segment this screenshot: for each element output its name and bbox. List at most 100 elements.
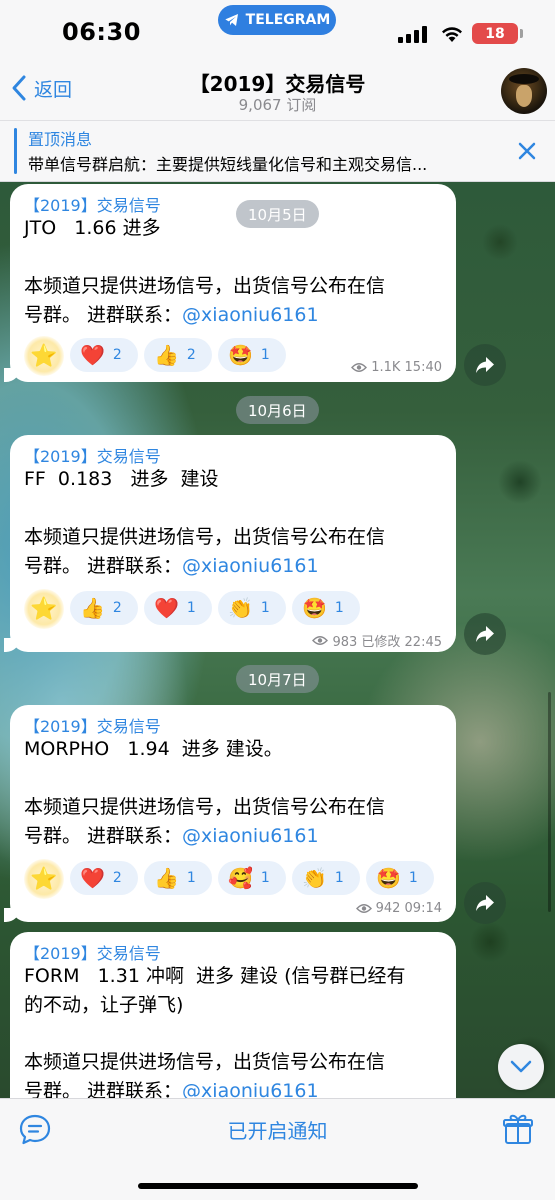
reaction-chip[interactable]: 🤩 1 <box>292 591 360 625</box>
pinned-message[interactable]: 置顶消息 带单信号群启航：主要提供短线量化信号和主观交易信... <box>0 120 555 182</box>
pinned-label: 置顶消息 <box>28 130 93 149</box>
scroll-down-button[interactable] <box>498 1044 544 1090</box>
message-views-time: 942 09:14 <box>375 901 442 916</box>
chat-header: 返回 【2019】交易信号 9,067 订阅 <box>0 62 555 120</box>
reaction-count: 1 <box>408 870 418 886</box>
gift-icon[interactable] <box>503 1113 533 1145</box>
message-sender[interactable]: 【2019】交易信号 <box>24 940 161 964</box>
channel-title[interactable]: 【2019】交易信号 <box>0 68 555 97</box>
message-line: FORM 1.31 冲啊 进多 建设 (信号群已经有 的不动，让子弹飞) <box>24 965 406 1016</box>
contact-link[interactable]: @xiaoniu6161 <box>182 1080 319 1098</box>
message-bubble[interactable]: 【2019】交易信号 FF 0.183 进多 建设 本频道只提供进场信号，出货信… <box>4 435 456 652</box>
close-icon[interactable] <box>517 141 537 161</box>
notifications-toggle[interactable]: 已开启通知 <box>0 1115 555 1144</box>
reaction-chip[interactable]: 🤩 1 <box>218 338 286 372</box>
message-sender[interactable]: 【2019】交易信号 <box>24 192 161 216</box>
wifi-icon <box>442 27 462 42</box>
reactions-row: ⭐ 👍 2 ❤️ 1 👏 1 🤩 1 <box>24 589 360 629</box>
date-separator: 10月5日 <box>236 200 319 228</box>
bottom-bar: 已开启通知 <box>0 1098 555 1200</box>
eye-icon <box>355 904 372 913</box>
channel-avatar[interactable] <box>501 68 547 114</box>
heart-emoji: ❤️ <box>80 343 105 367</box>
eye-icon <box>312 636 329 645</box>
bubble-tail <box>4 908 20 922</box>
reaction-count: 2 <box>112 347 122 363</box>
telegram-pill-label: TELEGRAM <box>245 12 331 28</box>
reaction-chip[interactable]: 👍 2 <box>70 591 138 625</box>
contact-link[interactable]: @xiaoniu6161 <box>182 555 319 577</box>
subscriber-count: 9,067 订阅 <box>238 96 317 114</box>
star-struck-emoji: 🤩 <box>228 343 253 367</box>
date-separator: 10月6日 <box>236 396 319 424</box>
thumbs-up-emoji: 👍 <box>80 596 105 620</box>
message-meta: 983 已修改 22:45 <box>312 631 442 650</box>
reaction-count: 1 <box>186 870 196 886</box>
contact-link[interactable]: @xiaoniu6161 <box>182 304 319 326</box>
star-struck-emoji: 🤩 <box>376 866 401 890</box>
chat-area[interactable]: 【2019】交易信号 JTO 1.66 进多 本频道只提供进场信号，出货信号公布… <box>0 182 555 1098</box>
reaction-count: 1 <box>334 870 344 886</box>
share-button[interactable] <box>464 882 506 924</box>
reaction-chip[interactable]: ❤️ 2 <box>70 338 138 372</box>
pinned-accent-bar <box>14 128 17 174</box>
telegram-pill[interactable]: TELEGRAM <box>218 5 336 35</box>
reaction-chip[interactable]: ❤️ 2 <box>70 861 138 895</box>
share-arrow-icon <box>476 626 494 642</box>
status-time: 06:30 <box>62 18 141 46</box>
reaction-count: 2 <box>112 870 122 886</box>
clapping-emoji: 👏 <box>228 596 253 620</box>
scroll-indicator <box>548 692 551 912</box>
reaction-count: 1 <box>334 600 344 616</box>
message-sender[interactable]: 【2019】交易信号 <box>24 713 161 737</box>
heart-emoji: ❤️ <box>80 866 105 890</box>
reaction-chip[interactable]: 👏 1 <box>218 591 286 625</box>
message-views-time: 983 已修改 22:45 <box>332 635 442 650</box>
message-body: 本频道只提供进场信号，出货信号公布在信 号群。 进群联系：@xiaoniu616… <box>24 1048 385 1098</box>
telegram-icon <box>225 14 238 26</box>
share-button[interactable] <box>464 613 506 655</box>
share-arrow-icon <box>476 357 494 373</box>
reaction-count: 2 <box>112 600 122 616</box>
thumbs-up-emoji: 👍 <box>154 343 179 367</box>
cellular-signal-icon <box>398 26 427 43</box>
date-separator: 10月7日 <box>236 665 319 693</box>
reaction-count: 2 <box>186 347 196 363</box>
message-line: MORPHO 1.94 进多 建设。 <box>24 738 283 760</box>
message-views-time: 1.1K 15:40 <box>371 360 442 375</box>
battery-indicator: 18 <box>472 23 523 44</box>
eye-icon <box>351 363 368 372</box>
message-meta: 942 09:14 <box>355 901 442 916</box>
reaction-count: 1 <box>186 600 196 616</box>
reaction-chip[interactable]: 👏 1 <box>292 861 360 895</box>
heart-emoji: ❤️ <box>154 596 179 620</box>
bubble-tail <box>4 368 20 382</box>
reaction-chip[interactable]: ❤️ 1 <box>144 591 212 625</box>
reactions-row: ⭐ ❤️ 2 👍 2 🤩 1 <box>24 336 286 376</box>
reactions-row: ⭐ ❤️ 2 👍 1 🥰 1 👏 1 🤩 1 <box>24 859 434 899</box>
star-reaction[interactable]: ⭐ <box>24 589 64 629</box>
star-reaction[interactable]: ⭐ <box>24 859 64 899</box>
smiling-hearts-emoji: 🥰 <box>228 866 253 890</box>
reaction-count: 1 <box>260 600 270 616</box>
message-line: FF 0.183 进多 建设 <box>24 468 219 490</box>
message-bubble[interactable]: 【2019】交易信号 JTO 1.66 进多 本频道只提供进场信号，出货信号公布… <box>4 184 456 382</box>
reaction-chip[interactable]: 🤩 1 <box>366 861 434 895</box>
reaction-chip[interactable]: 🥰 1 <box>218 861 286 895</box>
contact-link[interactable]: @xiaoniu6161 <box>182 825 319 847</box>
message-line: JTO 1.66 进多 <box>24 217 161 239</box>
message-bubble[interactable]: 【2019】交易信号 FORM 1.31 冲啊 进多 建设 (信号群已经有 的不… <box>10 932 456 1098</box>
share-button[interactable] <box>464 344 506 386</box>
bubble-tail <box>4 638 20 652</box>
message-sender[interactable]: 【2019】交易信号 <box>24 443 161 467</box>
star-struck-emoji: 🤩 <box>302 596 327 620</box>
share-arrow-icon <box>476 895 494 911</box>
star-reaction[interactable]: ⭐ <box>24 336 64 376</box>
message-meta: 1.1K 15:40 <box>351 360 442 375</box>
clapping-emoji: 👏 <box>302 866 327 890</box>
pinned-text: 带单信号群启航：主要提供短线量化信号和主观交易信... <box>28 155 428 174</box>
message-bubble[interactable]: 【2019】交易信号 MORPHO 1.94 进多 建设。 本频道只提供进场信号… <box>4 705 456 922</box>
reaction-chip[interactable]: 👍 1 <box>144 861 212 895</box>
reaction-chip[interactable]: 👍 2 <box>144 338 212 372</box>
reaction-count: 1 <box>260 870 270 886</box>
